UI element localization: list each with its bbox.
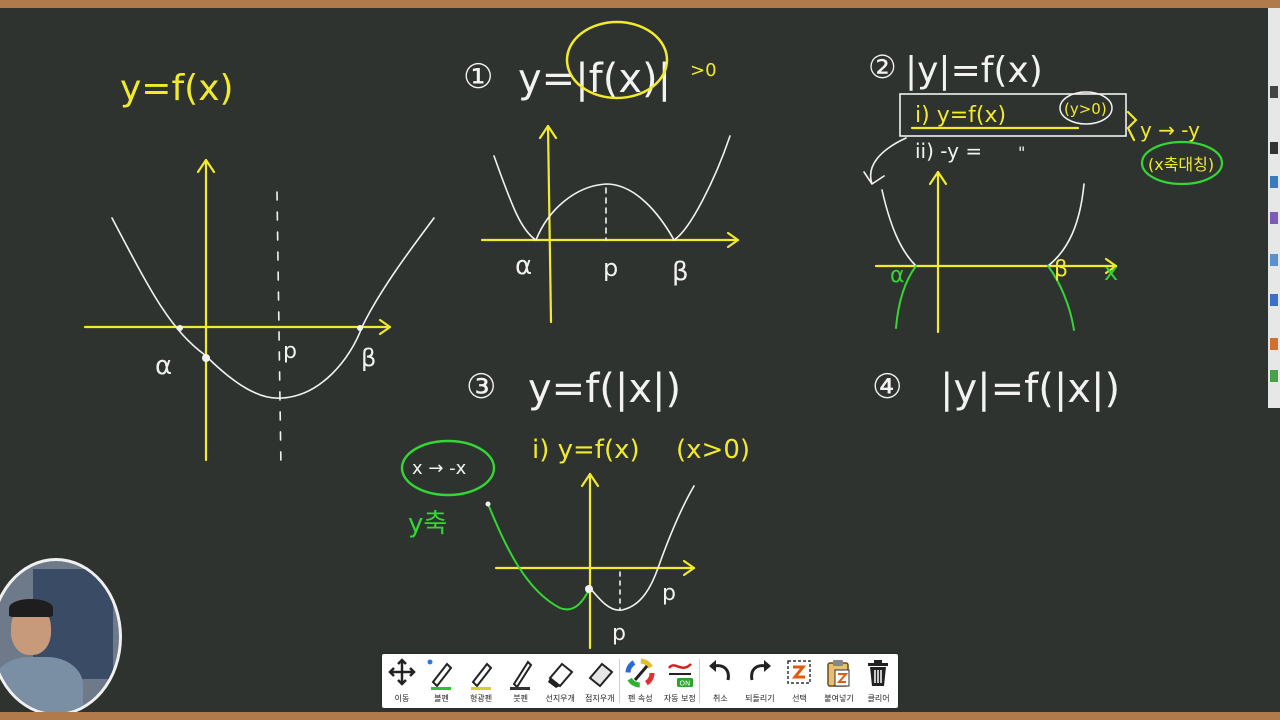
undo-icon (709, 660, 730, 681)
p3-sym-note: y축 (408, 509, 447, 539)
clear-label: 클리어 (867, 694, 890, 703)
p4-number: ④ (872, 367, 902, 407)
p2-label-beta: β (1054, 257, 1068, 282)
p2-curve-upper-right (1047, 183, 1085, 267)
p2-label-alpha: α (890, 263, 905, 288)
handwriting-layer: y=f(x) α p β ① y=|f(x)| >0 α p β ② |y|=f… (83, 20, 1224, 650)
pen-icon (427, 659, 453, 690)
side-app-icon-3[interactable] (1270, 254, 1278, 266)
p2-title: |y|=f(x) (905, 50, 1043, 91)
p2-case1: i) y=f(x) (915, 103, 1006, 128)
p3-title: y=f(|x|) (528, 366, 681, 412)
p3-number: ③ (466, 367, 496, 407)
auto-correct-badge: ON (679, 680, 690, 688)
base-root-alpha-dot (177, 325, 183, 331)
board-frame-bottom (0, 712, 1280, 720)
base-label-beta: β (361, 344, 376, 372)
p2-case2-ditto: " (1018, 143, 1025, 162)
board-frame-top (0, 0, 1280, 8)
side-app-icon-1[interactable] (1270, 176, 1278, 188)
p3-curve-left (487, 503, 591, 611)
line-eraser-icon (547, 662, 574, 688)
base-title: y=f(x) (120, 68, 234, 109)
p3-label-p-left: p (612, 621, 626, 646)
p2-number: ② (868, 48, 897, 86)
move-icon (387, 658, 416, 686)
p3-y-intercept-dot (585, 585, 593, 593)
webcam-presenter-hair (9, 599, 53, 617)
p3-label-p-right: p (662, 581, 676, 606)
p3-curve-start-dot (485, 501, 491, 507)
drawing-toolbar: 이동 볼펜 형광펜 붓펜 선지우개 점지우개 펜 속성 ON 자동 보정 취소 … (382, 654, 898, 708)
paste-icon (827, 660, 850, 687)
p2-brace (1126, 110, 1138, 142)
base-y-intercept-dot (202, 354, 210, 362)
highlighter-icon (470, 662, 493, 690)
p2-case2: ii) -y = (915, 139, 982, 163)
select-icon (787, 660, 811, 684)
auto-correct-icon: ON (667, 663, 693, 688)
p2-curved-arrow (863, 137, 907, 185)
base-label-p: p (283, 339, 297, 364)
color-wheel-icon (625, 658, 655, 688)
base-axis-dashed (276, 191, 282, 471)
p2-sym-note: (x축대칭) (1148, 155, 1214, 174)
side-app-icon-2[interactable] (1270, 212, 1278, 224)
p2-case1-cond: (y>0) (1064, 100, 1107, 118)
clear-button[interactable]: 클리어 (859, 654, 899, 708)
p2-label-x: x (1104, 258, 1118, 286)
p1-label-p: p (603, 254, 618, 282)
p3-case1-cond: (x>0) (676, 435, 750, 465)
p1-abs-curve (493, 135, 731, 241)
p1-label-beta: β (672, 257, 689, 287)
p3-case1: i) y=f(x) (532, 435, 640, 465)
side-app-icon-4[interactable] (1270, 294, 1278, 306)
webcam-presenter-shirt (0, 657, 83, 713)
side-app-icon-6[interactable] (1270, 370, 1278, 382)
side-pin-icon[interactable] (1270, 86, 1278, 98)
brush-icon (510, 660, 533, 690)
trash-icon (868, 660, 889, 686)
base-root-beta-dot (357, 325, 363, 331)
p3-curve-right (589, 485, 695, 611)
p1-y-axis (546, 124, 553, 324)
p4-title: |y|=f(|x|) (940, 366, 1120, 412)
p2-sym: y → -y (1140, 118, 1200, 142)
right-side-panel[interactable] (1268, 8, 1280, 408)
blackboard-canvas[interactable]: y=f(x) α p β ① y=|f(x)| >0 α p β ② |y|=f… (0, 8, 1268, 712)
base-label-alpha: α (155, 351, 172, 381)
p1-number: ① (463, 57, 493, 97)
p1-label-alpha: α (515, 251, 532, 281)
area-eraser-icon (588, 662, 613, 688)
side-app-icon-5[interactable] (1270, 338, 1278, 350)
side-close-icon[interactable] (1270, 142, 1278, 154)
redo-icon (749, 660, 771, 681)
p2-curve-upper-left (881, 189, 917, 267)
p3-sym: x → -x (412, 458, 467, 479)
p1-note: >0 (690, 60, 717, 81)
